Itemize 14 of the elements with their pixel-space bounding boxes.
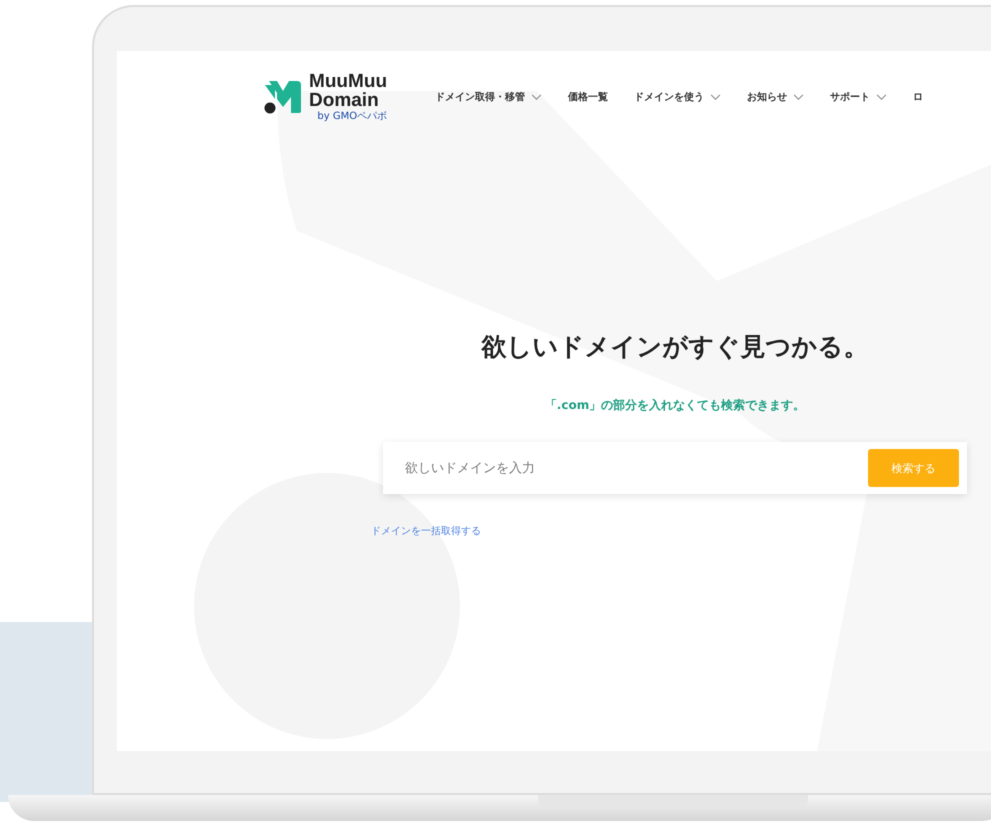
nav-link[interactable]: お知らせ [747,90,804,104]
domain-input-field[interactable]: 欲しいドメインを入力 [403,460,868,476]
logo-byline: by GMOペパボ [317,112,388,122]
logo-icon [263,79,303,115]
nav-link[interactable]: ドメインを使う [634,90,722,104]
nav-link[interactable]: ロ [913,90,924,104]
bulk-register-link[interactable]: ドメインを一括取得する [371,524,481,538]
hero-note: 「.com」の部分を入れなくても検索できます。 [544,397,806,414]
nav-link[interactable]: サポート [830,90,888,104]
nav-link[interactable]: 価格一覧 [568,90,608,104]
logo-wordmark: MuuMuu [309,72,388,91]
hero-heading: 欲しいドメインがすぐ見つかる。 [482,331,868,363]
nav-link[interactable]: ドメイン取得・移管 [435,90,542,104]
logo-wordmark: Domain [309,91,380,110]
